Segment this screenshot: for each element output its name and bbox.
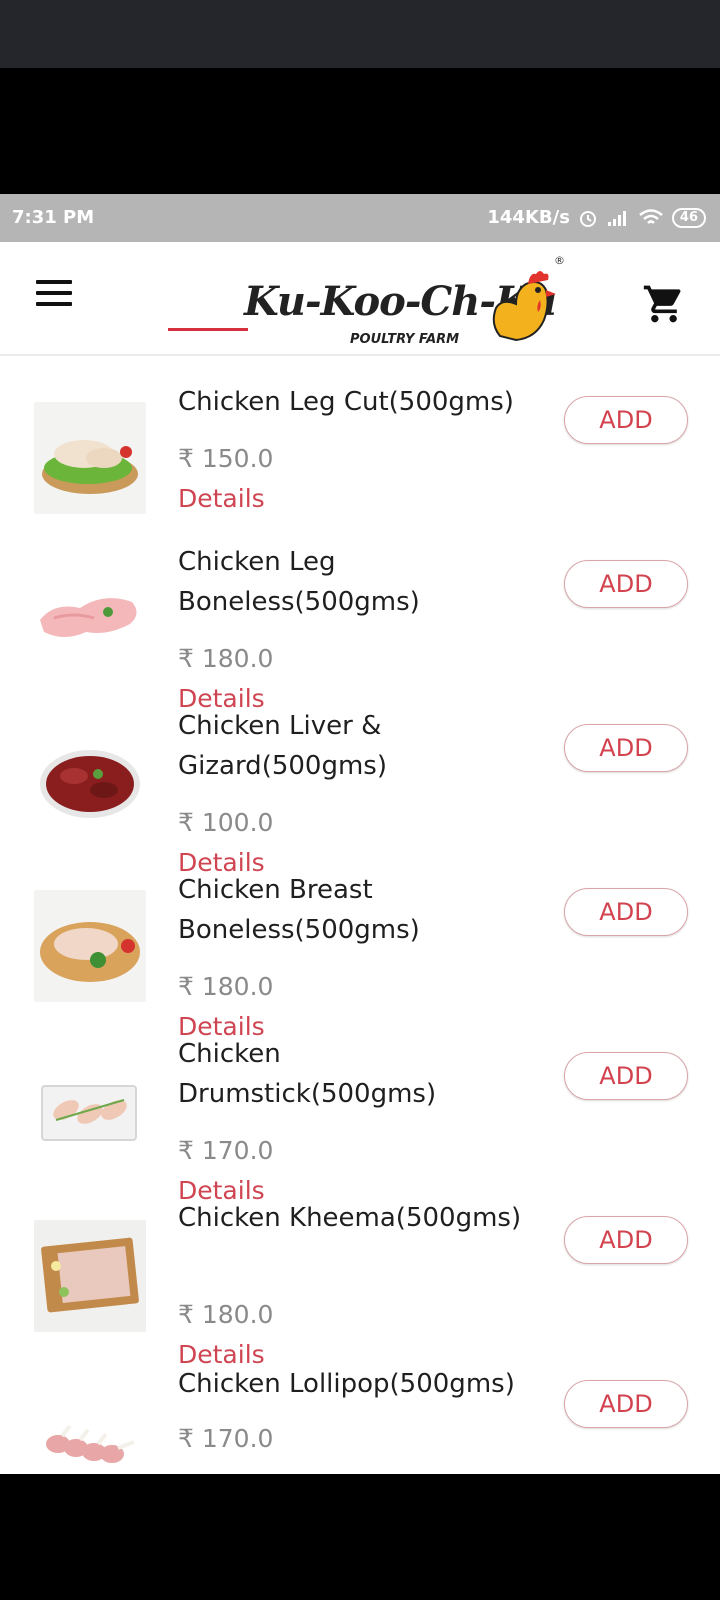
product-image: [34, 562, 146, 674]
product-name: Chicken Lollipop(500gms): [178, 1369, 515, 1399]
add-button[interactable]: ADD: [564, 724, 688, 772]
product-name: Chicken Kheema(500gms): [178, 1203, 522, 1233]
product-name: Chicken Drumstick(500gms): [178, 1039, 437, 1109]
wifi-icon: [639, 208, 663, 224]
product-image: [34, 1054, 146, 1166]
logo-underline: [168, 328, 248, 331]
product-price: ₹ 150.0: [178, 444, 274, 473]
brand-logo: Ku-Koo-Ch-Ku POULTRY FARM ®: [168, 254, 568, 347]
system-top-area: [0, 0, 720, 68]
rooster-logo-icon: [492, 271, 556, 342]
signal-icon: [607, 210, 626, 226]
status-bar: 7:31 PM 144KB/s 46: [0, 194, 720, 242]
product-price: ₹ 100.0: [178, 808, 274, 837]
product-image: [34, 728, 146, 840]
product-image: [34, 402, 146, 514]
black-letterbox-bottom: [0, 1474, 720, 1600]
status-time: 7:31 PM: [12, 207, 95, 228]
hamburger-menu-icon[interactable]: [36, 280, 76, 312]
product-image: [34, 890, 146, 1002]
product-price: ₹ 180.0: [178, 972, 274, 1001]
app-header: Ku-Koo-Ch-Ku POULTRY FARM ®: [0, 242, 720, 356]
details-link[interactable]: Details: [178, 484, 265, 513]
add-button[interactable]: ADD: [564, 396, 688, 444]
product-name: Chicken Leg Boneless(500gms): [178, 547, 420, 617]
add-button[interactable]: ADD: [564, 560, 688, 608]
product-price: ₹ 180.0: [178, 1300, 274, 1329]
product-price: ₹ 180.0: [178, 644, 274, 673]
product-price: ₹ 170.0: [178, 1424, 274, 1453]
alarm-icon: [579, 210, 596, 227]
status-icons: 144KB/s 46: [487, 207, 706, 228]
product-image: [34, 1220, 146, 1332]
product-image: [34, 1386, 146, 1474]
logo-subtitle: POULTRY FARM: [350, 332, 460, 347]
add-button[interactable]: ADD: [564, 1216, 688, 1264]
app-screen: Ku-Koo-Ch-Ku POULTRY FARM ® Chicken Leg …: [0, 242, 720, 1474]
network-speed: 144KB/s: [487, 207, 570, 228]
product-name: Chicken Leg Cut(500gms): [178, 387, 514, 417]
product-name: Chicken Liver & Gizard(500gms): [178, 711, 387, 781]
product-name: Chicken Breast Boneless(500gms): [178, 875, 420, 945]
black-letterbox-top: [0, 68, 720, 194]
product-price: ₹ 170.0: [178, 1136, 274, 1165]
add-button[interactable]: ADD: [564, 1380, 688, 1428]
add-button[interactable]: ADD: [564, 888, 688, 936]
battery-indicator: 46: [671, 207, 706, 228]
add-button[interactable]: ADD: [564, 1052, 688, 1100]
shopping-cart-icon[interactable]: [642, 282, 686, 326]
